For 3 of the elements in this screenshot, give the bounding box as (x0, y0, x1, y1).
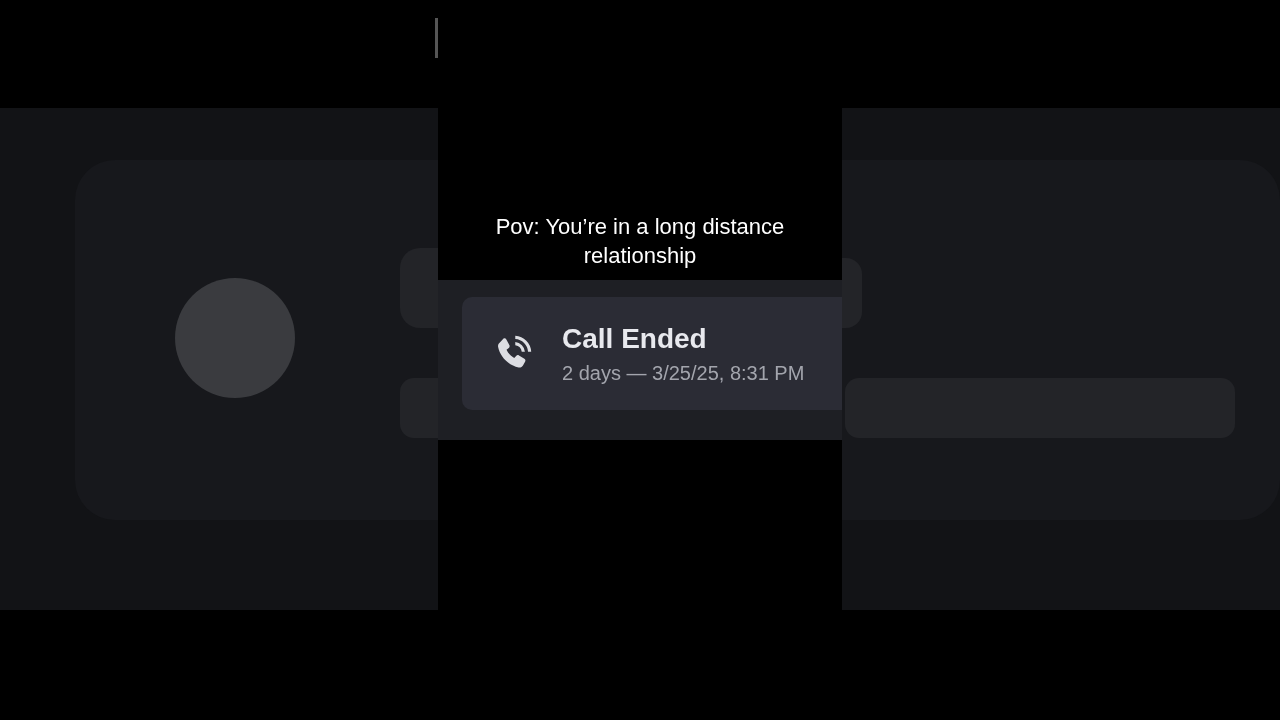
video-caption: Pov: You’re in a long distance relationship (494, 213, 786, 270)
call-title: Call Ended (562, 321, 708, 356)
call-detail: 2 days — 3/25/25, 8:31 PM (562, 360, 805, 386)
